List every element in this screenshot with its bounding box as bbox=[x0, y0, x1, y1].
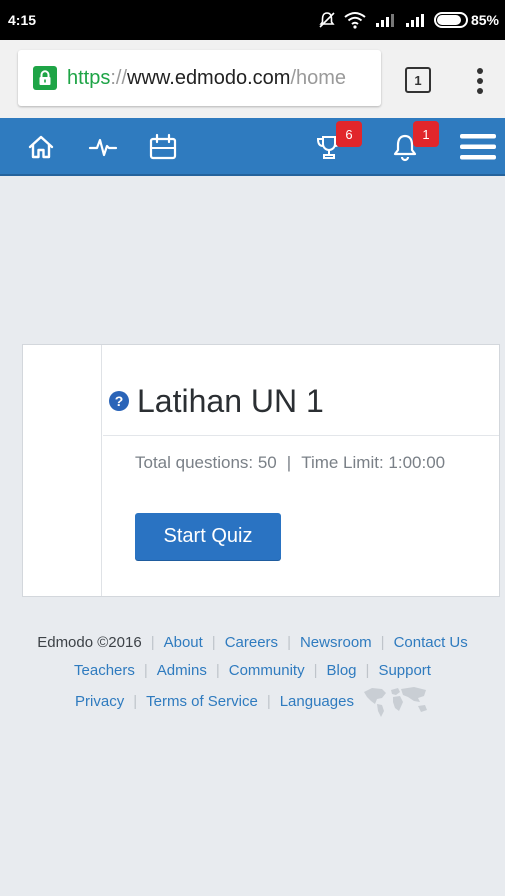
url-path: /home bbox=[290, 66, 347, 89]
edmodo-navbar: 6 1 bbox=[0, 118, 505, 176]
browser-toolbar: https://www.edmodo.com/home 1 bbox=[0, 40, 505, 118]
footer-link-blog[interactable]: Blog bbox=[327, 662, 357, 679]
footer-separator: | bbox=[313, 661, 318, 679]
footer-link-contact-us[interactable]: Contact Us bbox=[394, 634, 468, 651]
footer-link-newsroom[interactable]: Newsroom bbox=[300, 634, 372, 651]
wifi-icon bbox=[344, 12, 366, 29]
phone-screen: 4:15 85% https:// www.edmodo.com /home … bbox=[0, 0, 505, 896]
status-bar: 4:15 85% bbox=[0, 0, 505, 40]
signal-icon-2 bbox=[405, 14, 424, 27]
footer-separator: | bbox=[133, 692, 138, 710]
secure-lock-icon[interactable] bbox=[33, 66, 57, 90]
footer-link-community[interactable]: Community bbox=[229, 662, 305, 679]
activity-icon bbox=[88, 138, 118, 157]
footer-separator: | bbox=[215, 661, 220, 679]
menu-dot bbox=[477, 88, 483, 94]
url-host: www.edmodo.com bbox=[127, 66, 291, 89]
url-scheme: https bbox=[67, 66, 111, 89]
nav-planner-button[interactable] bbox=[140, 118, 186, 176]
footer-separator: | bbox=[150, 633, 155, 651]
footer-row-1: Edmodo ©2016 | About | Careers | Newsroom | Con… bbox=[0, 628, 505, 656]
planner-icon bbox=[149, 133, 177, 160]
quiz-meta: Total questions: 50 | Time Limit: 1:00:00 bbox=[135, 453, 445, 473]
footer-link-terms-of-service[interactable]: Terms of Service bbox=[146, 693, 258, 710]
copyright-text: Edmodo ©2016 bbox=[37, 633, 142, 651]
status-icons: 85% bbox=[318, 11, 499, 29]
url-separator: :// bbox=[110, 66, 128, 89]
quiz-header: ? Latihan UN 1 bbox=[103, 345, 499, 436]
footer-row-3: Privacy | Terms of Service | Languages bbox=[0, 684, 505, 718]
world-map-icon bbox=[363, 687, 427, 717]
browser-menu-button[interactable] bbox=[472, 66, 488, 96]
quiz-title: Latihan UN 1 bbox=[137, 382, 324, 419]
footer-separator: | bbox=[287, 633, 291, 651]
battery-indicator: 85% bbox=[433, 12, 499, 28]
badges-count-badge: 6 bbox=[336, 121, 362, 147]
menu-dot bbox=[477, 68, 483, 74]
quiz-question-icon: ? bbox=[109, 391, 129, 411]
footer-link-admins[interactable]: Admins bbox=[157, 662, 207, 679]
time-limit: Time Limit: 1:00:00 bbox=[301, 453, 446, 472]
home-icon bbox=[28, 135, 54, 159]
start-quiz-button[interactable]: Start Quiz bbox=[135, 513, 281, 560]
tab-count: 1 bbox=[414, 72, 422, 88]
footer-link-privacy[interactable]: Privacy bbox=[75, 693, 124, 710]
page-content: ? Latihan UN 1 Total questions: 50 | Time … bbox=[0, 176, 505, 896]
footer-row-2: Teachers | Admins | Community | Blog | Support bbox=[0, 656, 505, 684]
address-bar[interactable]: https://www.edmodo.com/home bbox=[18, 50, 381, 106]
nav-notifications-button[interactable]: 1 bbox=[382, 118, 439, 176]
tab-switcher-button[interactable]: 1 bbox=[405, 67, 431, 93]
quiz-card: ? Latihan UN 1 Total questions: 50 | Time … bbox=[22, 344, 500, 597]
nav-badges-button[interactable]: 6 bbox=[306, 118, 362, 176]
footer-link-support[interactable]: Support bbox=[378, 662, 431, 679]
hamburger-menu-icon bbox=[460, 134, 496, 160]
meta-separator: | bbox=[286, 453, 292, 472]
footer-separator: | bbox=[266, 692, 271, 710]
nav-main-menu-button[interactable] bbox=[455, 118, 501, 176]
quiz-card-sidebar bbox=[23, 345, 102, 596]
footer-link-about[interactable]: About bbox=[164, 634, 203, 651]
footer-link-careers[interactable]: Careers bbox=[225, 634, 278, 651]
nav-home-button[interactable] bbox=[18, 118, 64, 176]
footer: Edmodo ©2016 | About | Careers | Newsroom | Con… bbox=[0, 628, 505, 718]
footer-link-languages[interactable]: Languages bbox=[280, 693, 354, 710]
nav-activity-button[interactable] bbox=[80, 118, 126, 176]
footer-separator: | bbox=[143, 661, 148, 679]
notifications-count-badge: 1 bbox=[413, 121, 439, 147]
menu-dot bbox=[477, 78, 483, 84]
footer-separator: | bbox=[211, 633, 216, 651]
battery-icon bbox=[433, 12, 468, 28]
footer-link-teachers[interactable]: Teachers bbox=[74, 662, 135, 679]
battery-percent: 85% bbox=[470, 12, 499, 28]
mute-icon bbox=[319, 12, 335, 28]
footer-separator: | bbox=[380, 633, 385, 651]
status-time: 4:15 bbox=[8, 12, 37, 28]
signal-icon-1 bbox=[375, 14, 394, 27]
footer-separator: | bbox=[365, 661, 370, 679]
total-questions: Total questions: 50 bbox=[135, 453, 277, 472]
